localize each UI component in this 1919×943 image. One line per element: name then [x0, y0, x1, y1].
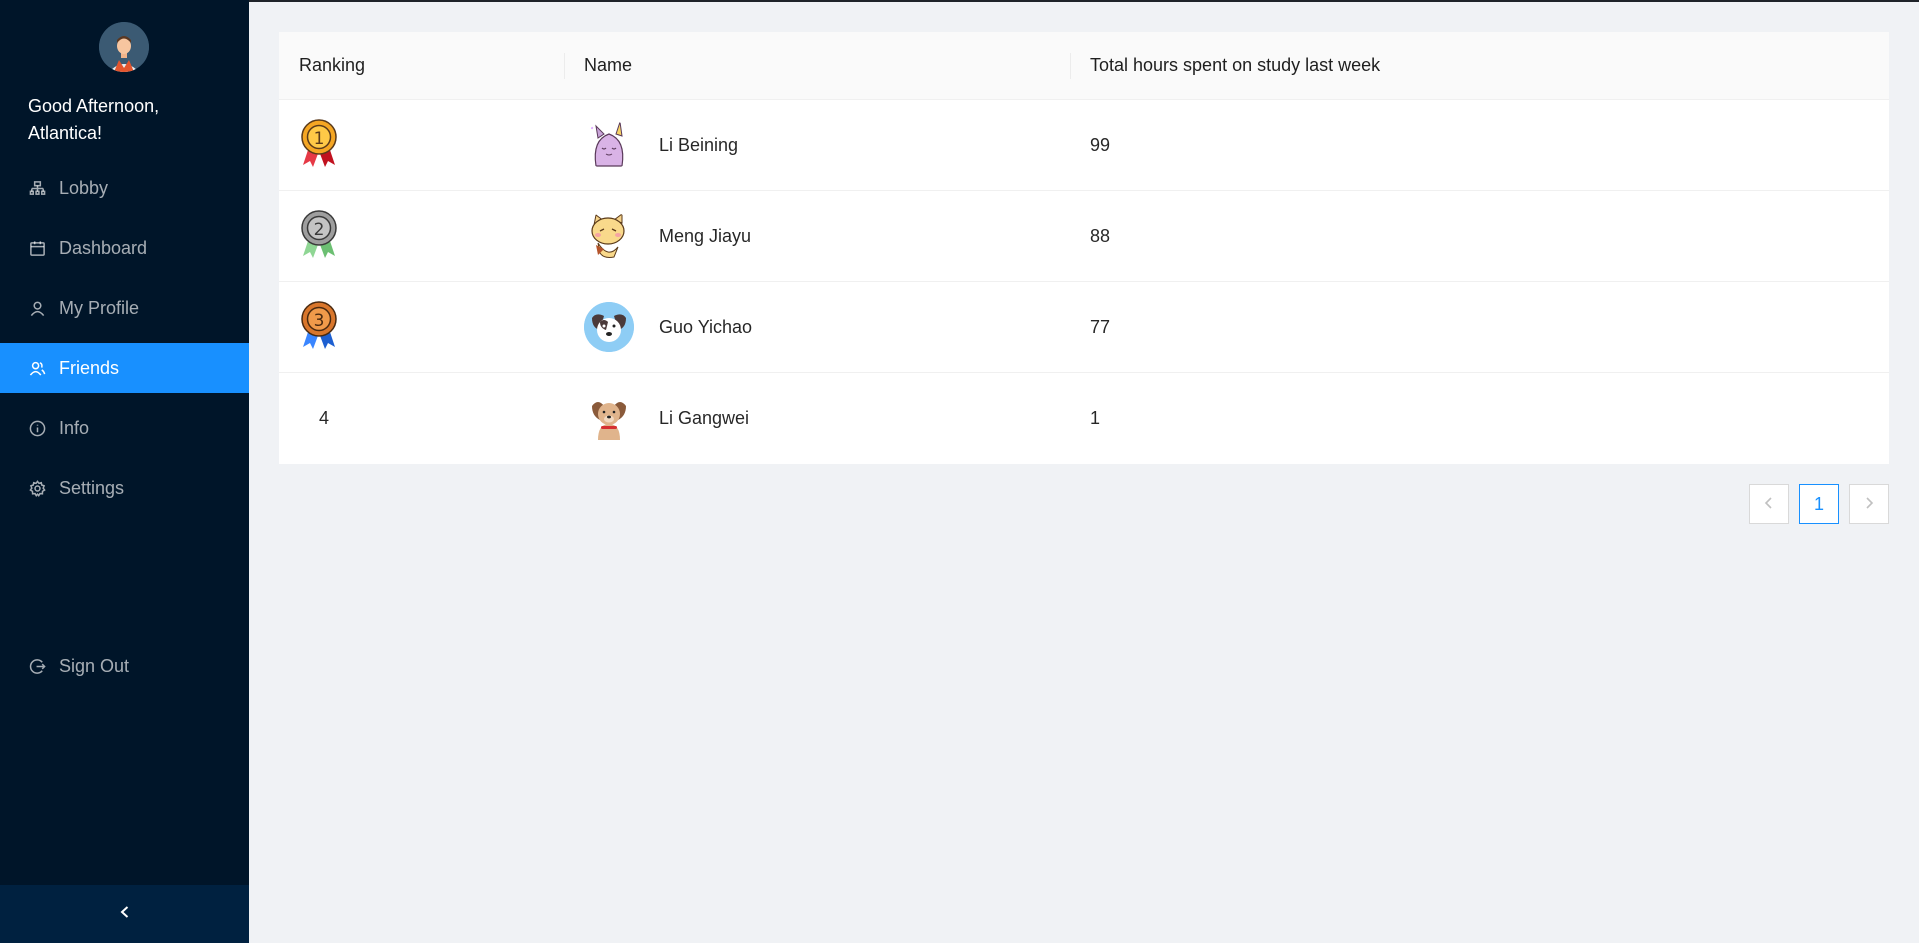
ranking-table: Ranking Name Total hours spent on study …	[279, 32, 1889, 464]
sidebar-item-friends[interactable]: Friends	[0, 343, 249, 393]
prev-page-button[interactable]	[1749, 484, 1789, 524]
ranking-number: 4	[318, 408, 329, 428]
chevron-left-icon	[1762, 494, 1776, 515]
sidebar-item-settings[interactable]: Settings	[0, 463, 249, 513]
sidebar-item-label: Friends	[59, 357, 120, 378]
name-cell: Meng Jiayu	[564, 191, 1070, 281]
hours-value: 99	[1090, 134, 1111, 155]
friend-name[interactable]: Li Beining	[659, 135, 738, 156]
hours-cell: 99	[1070, 100, 1889, 190]
sidebar-item-lobby[interactable]: Lobby	[0, 163, 249, 213]
friends-icon	[28, 359, 46, 377]
info-icon	[28, 419, 46, 437]
pagination: 1	[1749, 484, 1889, 524]
sidebar-item-info[interactable]: Info	[0, 403, 249, 453]
column-header-hours[interactable]: Total hours spent on study last week	[1070, 32, 1889, 99]
svg-text:1: 1	[314, 129, 325, 149]
chevron-left-icon	[117, 904, 133, 925]
sidebar-item-label: Lobby	[59, 177, 109, 198]
dog-avatar	[584, 302, 634, 352]
hours-value: 88	[1090, 225, 1111, 246]
ranking-cell: 2	[279, 191, 564, 281]
ranking-cell: 1	[279, 100, 564, 190]
hours-cell: 1	[1070, 373, 1889, 464]
greeting-text: Good Afternoon, Atlantica!	[28, 96, 160, 143]
sidebar-collapse-button[interactable]	[0, 885, 249, 943]
sidebar-item-label: Dashboard	[59, 237, 148, 258]
hours-cell: 77	[1070, 282, 1889, 372]
gold-medal-icon: 1	[299, 117, 339, 174]
unicorn-cat-avatar	[584, 120, 634, 170]
cat-avatar	[584, 211, 634, 261]
ranking-cell: 3	[279, 282, 564, 372]
sign-out-icon	[28, 657, 46, 675]
bronze-medal-icon: 3	[299, 299, 339, 356]
sidebar-item-label: Info	[59, 417, 90, 438]
column-header-name[interactable]: Name	[564, 32, 1070, 99]
chevron-right-icon	[1862, 494, 1876, 515]
svg-text:2: 2	[314, 220, 325, 240]
column-header-ranking[interactable]: Ranking	[279, 32, 564, 99]
ranking-cell: 4	[279, 373, 564, 464]
friend-name[interactable]: Meng Jiayu	[659, 226, 751, 247]
gear-icon	[28, 479, 46, 497]
sidebar-item-dashboard[interactable]: Dashboard	[0, 223, 249, 273]
sidebar-item-label: Settings	[59, 477, 125, 498]
table-row[interactable]: 3 Guo Yichao 77	[279, 282, 1889, 373]
sidebar-item-my-profile[interactable]: My Profile	[0, 283, 249, 333]
sign-out-button[interactable]: Sign Out	[0, 641, 249, 691]
user-icon	[28, 299, 46, 317]
svg-text:3: 3	[314, 311, 325, 331]
table-row[interactable]: 4 Li Gangwei 1	[279, 373, 1889, 464]
table-row[interactable]: 2 Meng Jiayu 88	[279, 191, 1889, 282]
sidebar-menu: Lobby Dashboard My Profile Friends Info	[0, 163, 249, 523]
name-cell: Li Gangwei	[564, 373, 1070, 464]
puppy-avatar	[584, 394, 634, 444]
table-header: Ranking Name Total hours spent on study …	[279, 32, 1889, 100]
sign-out-label: Sign Out	[59, 655, 130, 676]
page-button-current[interactable]: 1	[1799, 484, 1839, 524]
hours-cell: 88	[1070, 191, 1889, 281]
table-row[interactable]: 1 Li Beining 99	[279, 100, 1889, 191]
name-cell: Guo Yichao	[564, 282, 1070, 372]
sidebar-item-label: My Profile	[59, 297, 140, 318]
friend-name[interactable]: Li Gangwei	[659, 408, 749, 429]
top-border	[249, 0, 1919, 2]
sidebar: Good Afternoon, Atlantica! Lobby Dashboa…	[0, 0, 249, 943]
hours-value: 1	[1090, 408, 1101, 428]
friend-name[interactable]: Guo Yichao	[659, 317, 752, 338]
next-page-button[interactable]	[1849, 484, 1889, 524]
silver-medal-icon: 2	[299, 208, 339, 265]
hours-value: 77	[1090, 316, 1111, 337]
calendar-icon	[28, 239, 46, 257]
name-cell: Li Beining	[564, 100, 1070, 190]
lobby-icon	[28, 179, 46, 197]
user-avatar[interactable]	[99, 22, 149, 72]
